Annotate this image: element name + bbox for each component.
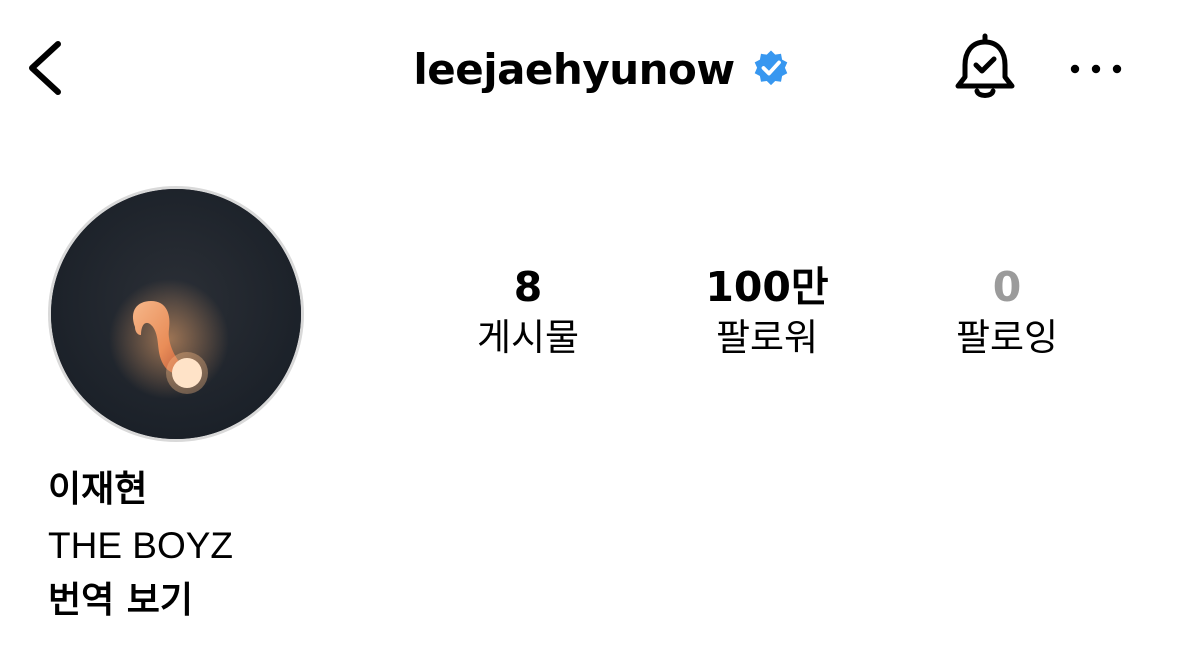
display-name: 이재현 bbox=[48, 469, 148, 510]
verified-badge-icon bbox=[754, 50, 787, 86]
profile-avatar[interactable] bbox=[48, 186, 304, 442]
followers-count: 100만 bbox=[705, 263, 829, 311]
following-label: 팔로잉 bbox=[955, 316, 1059, 359]
stat-following[interactable]: 0 팔로잉 bbox=[917, 262, 1097, 362]
followers-label: 팔로워 bbox=[715, 316, 819, 359]
bell-check-icon bbox=[955, 33, 1015, 98]
avatar-photo bbox=[51, 189, 301, 439]
posts-count: 8 bbox=[513, 263, 543, 311]
more-options-button[interactable] bbox=[1066, 54, 1126, 84]
notifications-button[interactable] bbox=[950, 32, 1020, 104]
stat-posts[interactable]: 8 게시물 bbox=[438, 262, 618, 362]
username-title: leejaehyunow bbox=[413, 44, 735, 94]
posts-label: 게시물 bbox=[476, 316, 580, 359]
back-button[interactable] bbox=[22, 38, 66, 98]
bio-text: THE BOYZ bbox=[48, 525, 234, 566]
stat-followers[interactable]: 100만 팔로워 bbox=[677, 262, 857, 362]
following-count: 0 bbox=[992, 263, 1022, 311]
see-translation-link[interactable]: 번역 보기 bbox=[48, 576, 193, 626]
chevron-left-icon bbox=[29, 41, 61, 95]
more-horizontal-icon bbox=[1070, 64, 1122, 74]
